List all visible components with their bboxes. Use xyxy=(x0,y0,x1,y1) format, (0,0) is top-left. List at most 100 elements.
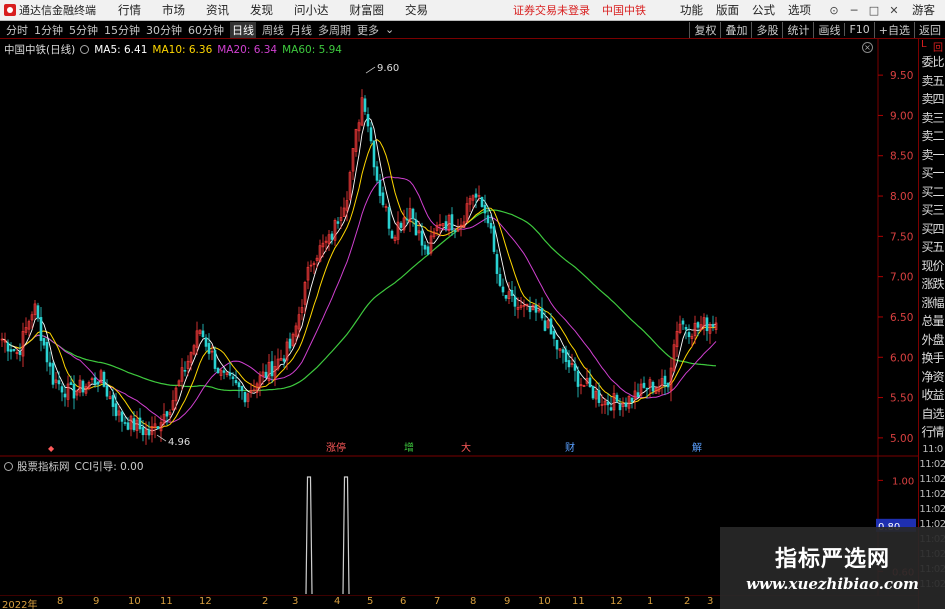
tab-1min[interactable]: 1分钟 xyxy=(34,22,63,38)
maximize-icon[interactable]: □ xyxy=(864,4,884,17)
candle-body xyxy=(609,407,613,411)
low-marker-line xyxy=(156,434,167,442)
overlay-button[interactable]: 叠加 xyxy=(720,21,751,38)
side-item[interactable]: 买三 xyxy=(919,201,945,220)
draw-line-button[interactable]: 画线 xyxy=(813,21,844,38)
tab-60min[interactable]: 60分钟 xyxy=(188,22,224,38)
candle-body xyxy=(240,386,244,391)
tab-5min[interactable]: 5分钟 xyxy=(69,22,98,38)
candle-body xyxy=(6,342,10,352)
stock-label: 中国中铁(日线) xyxy=(4,44,76,56)
side-item[interactable]: 委比 xyxy=(919,53,945,72)
guest-label[interactable]: 游客 xyxy=(912,2,935,18)
candle-body xyxy=(684,327,688,330)
side-item[interactable]: 涨跌 xyxy=(919,275,945,294)
chevron-down-icon[interactable]: ⌄ xyxy=(385,23,394,36)
menu-item-wealth[interactable]: 财富圈 xyxy=(350,2,385,18)
login-status[interactable]: 证券交易未登录 xyxy=(513,2,590,18)
add-watchlist-button[interactable]: +自选 xyxy=(873,21,914,38)
statistics-button[interactable]: 统计 xyxy=(782,21,813,38)
tab-multi-period[interactable]: 多周期 xyxy=(318,22,351,38)
candle-body xyxy=(498,274,502,286)
candle-body xyxy=(330,233,334,240)
side-item[interactable]: 换手 xyxy=(919,349,945,368)
date-axis-label: 2 xyxy=(684,596,691,607)
side-item[interactable]: 现价 xyxy=(919,257,945,276)
side-item[interactable]: 卖一 xyxy=(919,146,945,165)
side-item[interactable]: 外盘 xyxy=(919,331,945,350)
feedback-icon[interactable]: ⊙ xyxy=(824,4,844,17)
settings-icon[interactable] xyxy=(80,45,90,54)
menu-item-function[interactable]: 功能 xyxy=(680,2,703,18)
side-item[interactable]: 总量 xyxy=(919,312,945,331)
candle-body xyxy=(378,179,382,196)
side-return-icon[interactable]: 回 xyxy=(933,39,943,54)
date-axis-label: 3 xyxy=(707,596,714,607)
menu-item-trade[interactable]: 交易 xyxy=(405,2,428,18)
menu-item-news[interactable]: 资讯 xyxy=(206,2,229,18)
side-item[interactable]: 买五 xyxy=(919,238,945,257)
candle-body xyxy=(411,208,415,220)
indicator-legend: 股票指标网 CCI引导: 0.00 xyxy=(4,459,149,474)
close-chart-icon[interactable]: × xyxy=(862,42,873,53)
candle-body xyxy=(573,363,577,371)
multi-stock-button[interactable]: 多股 xyxy=(751,21,782,38)
candle-body xyxy=(606,401,610,406)
menu-item-discover[interactable]: 发现 xyxy=(250,2,273,18)
side-item[interactable]: 卖五 xyxy=(919,72,945,91)
menu-item-formula[interactable]: 公式 xyxy=(752,2,775,18)
candle-body xyxy=(663,375,667,385)
event-marker-dot: ◆ xyxy=(48,444,55,453)
side-item[interactable]: 买二 xyxy=(919,183,945,202)
menu-item-market[interactable]: 行情 xyxy=(118,2,141,18)
date-axis-label: 10 xyxy=(128,596,141,607)
candle-body xyxy=(543,320,547,331)
menu-item-ask[interactable]: 问小达 xyxy=(294,2,329,18)
tab-15min[interactable]: 15分钟 xyxy=(104,22,140,38)
date-axis-label: 9 xyxy=(504,596,511,607)
candle-body xyxy=(81,380,85,393)
back-button[interactable]: 返回 xyxy=(914,21,945,38)
side-item[interactable]: 行情 xyxy=(919,423,945,442)
tab-timeshare[interactable]: 分时 xyxy=(6,22,28,38)
f10-button[interactable]: F10 xyxy=(844,23,873,36)
side-item[interactable]: 收益 xyxy=(919,386,945,405)
tab-weekly[interactable]: 周线 xyxy=(262,22,284,38)
candle-body xyxy=(42,337,46,346)
price-tick-label: 9.00 xyxy=(890,110,913,122)
tab-monthly[interactable]: 月线 xyxy=(290,22,312,38)
side-item[interactable]: 净资 xyxy=(919,368,945,387)
kline-chart[interactable]: 9.50 9.00 8.50 8.00 7.50 7.00 6.50 6.00 5.50 5.00… xyxy=(0,39,918,609)
candle-body xyxy=(336,221,340,224)
app-title: 通达信金融终端 xyxy=(19,4,96,17)
side-item[interactable]: 买四 xyxy=(919,220,945,239)
side-item[interactable]: 卖四 xyxy=(919,90,945,109)
menu-item-exchange[interactable]: 市场 xyxy=(162,2,185,18)
close-icon[interactable]: ✕ xyxy=(884,4,904,17)
tab-more[interactable]: 更多 xyxy=(357,22,379,38)
candle-body xyxy=(363,98,367,112)
candle-body xyxy=(114,403,118,417)
side-item[interactable]: 卖三 xyxy=(919,109,945,128)
side-item[interactable]: 买一 xyxy=(919,164,945,183)
candle-body xyxy=(288,338,292,349)
menu-item-options[interactable]: 选项 xyxy=(788,2,811,18)
candle-body xyxy=(474,193,478,198)
minimize-icon[interactable]: ─ xyxy=(844,4,864,17)
indicator-tick-label: 1.00 xyxy=(892,476,914,487)
candle-body xyxy=(651,381,655,392)
side-item[interactable]: 自选 xyxy=(919,405,945,424)
candle-body xyxy=(504,294,508,299)
tab-daily[interactable]: 日线 xyxy=(230,21,256,38)
candle-body xyxy=(555,339,559,350)
candle-body xyxy=(576,370,580,387)
tab-30min[interactable]: 30分钟 xyxy=(146,22,182,38)
candle-body xyxy=(645,387,649,390)
candle-body xyxy=(486,215,490,224)
candle-body xyxy=(12,348,16,351)
side-item[interactable]: 涨幅 xyxy=(919,294,945,313)
indicator-settings-icon[interactable] xyxy=(4,462,13,471)
side-item[interactable]: 卖二 xyxy=(919,127,945,146)
restore-rights-button[interactable]: 复权 xyxy=(689,21,720,38)
menu-item-layout[interactable]: 版面 xyxy=(716,2,739,18)
